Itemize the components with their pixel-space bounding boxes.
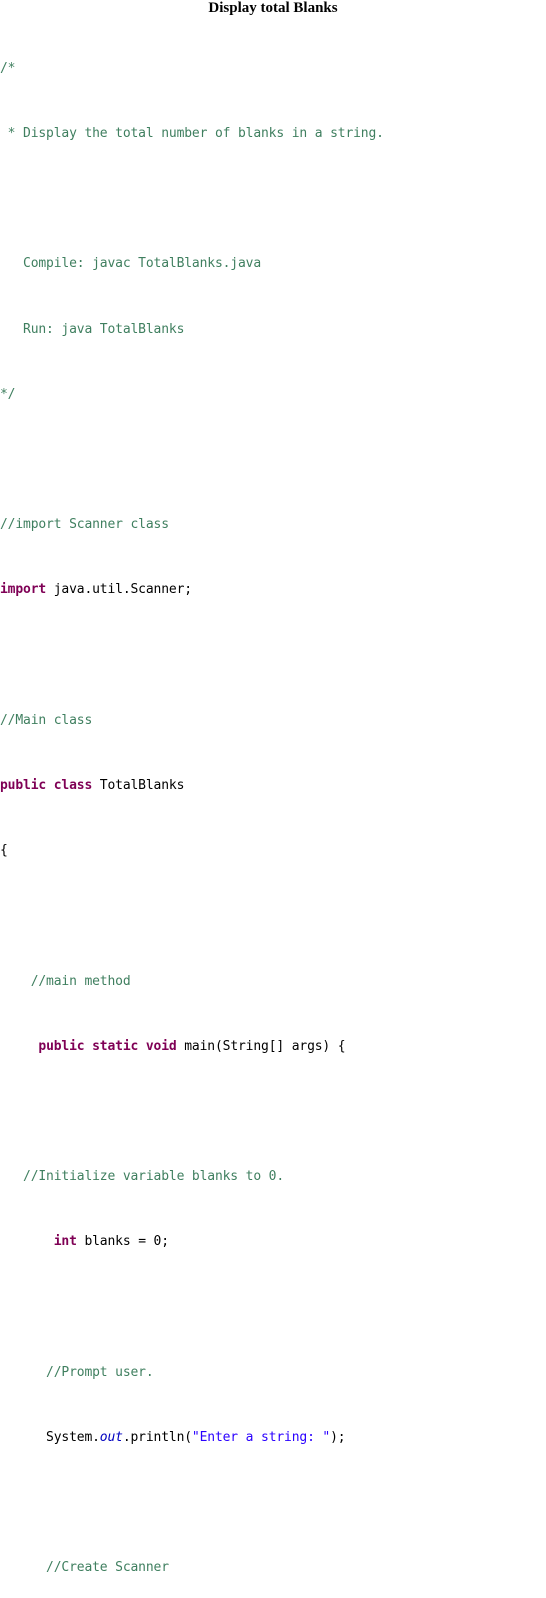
code-line: Compile: javac TotalBlanks.java [0, 256, 546, 272]
comment-token: //Main class [0, 712, 93, 728]
plain-token: ); [330, 1429, 346, 1445]
code-line: //main method [0, 974, 546, 990]
code-block: /* * Display the total number of blanks … [0, 12, 546, 1598]
comment-token: Compile: javac TotalBlanks.java [0, 256, 262, 272]
code-line: public class TotalBlanks [0, 778, 546, 794]
comment-token: Run: java TotalBlanks [0, 321, 185, 337]
indent-token [0, 1039, 38, 1054]
comment-token: /* [0, 60, 16, 76]
comment-token: //import Scanner class [0, 517, 169, 533]
keyword-token: import [0, 582, 47, 598]
code-line: */ [0, 387, 546, 403]
field-token: out [99, 1429, 123, 1445]
plain-token: blanks = 0; [76, 1234, 169, 1250]
code-line: * Display the total number of blanks in … [0, 126, 546, 142]
comment-token: //Create Scanner [0, 1560, 169, 1576]
keyword-token: int [53, 1234, 77, 1250]
code-line: //Main class [0, 713, 546, 729]
plain-token: main(String[] args) { [176, 1038, 346, 1054]
plain-token: java.util.Scanner; [46, 582, 192, 598]
code-line: //Initialize variable blanks to 0. [0, 1169, 546, 1185]
code-line: /* [0, 61, 546, 77]
plain-token: TotalBlanks [92, 777, 185, 793]
string-token: "Enter a string: " [191, 1429, 331, 1445]
code-line: import java.util.Scanner; [0, 582, 546, 598]
code-line: int blanks = 0; [0, 1234, 546, 1250]
code-line: System.out.println("Enter a string: "); [0, 1430, 546, 1446]
comment-token: */ [0, 386, 16, 402]
code-listing-page: Display total Blanks /* * Display the to… [0, 0, 546, 1575]
code-line: //import Scanner class [0, 517, 546, 533]
code-line: { [0, 843, 546, 859]
comment-token: //Prompt user. [0, 1364, 154, 1380]
plain-token: { [0, 843, 8, 859]
indent-token [0, 1234, 54, 1249]
code-line: //Create Scanner [0, 1560, 546, 1576]
comment-token: * Display the total number of blanks in … [0, 126, 384, 142]
keyword-token: public static void [38, 1038, 177, 1054]
comment-token: //main method [0, 973, 131, 989]
plain-token: .println( [122, 1429, 192, 1445]
code-line: public static void main(String[] args) { [0, 1039, 546, 1055]
keyword-token: public class [0, 777, 93, 793]
code-line: Run: java TotalBlanks [0, 322, 546, 338]
comment-token: //Initialize variable blanks to 0. [0, 1169, 285, 1185]
code-line: //Prompt user. [0, 1365, 546, 1381]
plain-token: System. [0, 1429, 100, 1445]
